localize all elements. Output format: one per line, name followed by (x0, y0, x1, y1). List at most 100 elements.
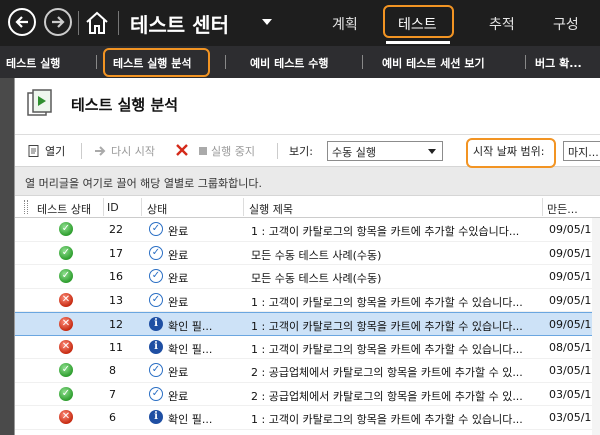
open-document-icon (28, 145, 39, 157)
cell-id: 12 (109, 318, 123, 331)
subtab-bug-check[interactable]: 버그 확... (535, 55, 582, 71)
passed-check-icon: ✓ (59, 222, 73, 236)
cell-state: 완료 (168, 225, 189, 238)
table-row[interactable]: ✓ 22 ✓ 완료 1 : 고객이 카탈로그의 항목을 카트에 추가할 수있습니다...… (15, 218, 600, 242)
table-row[interactable]: ✕ 12 i 확인 필... 1 : 고객이 카탈로그의 항목을 카트에 추가할 수 있… (15, 312, 600, 336)
cell-id: 6 (109, 411, 116, 424)
column-divider[interactable] (141, 198, 142, 216)
info-icon: i (149, 410, 163, 424)
toolbar-divider (81, 143, 82, 159)
nav-tab-plan[interactable]: 계획 (332, 14, 358, 34)
view-dropdown[interactable]: 수동 실행 (327, 141, 443, 161)
subtab-exploratory-sessions[interactable]: 예비 테스트 세션 보기 (382, 55, 485, 71)
content-panel: 테스트 실행 분석 열기 다시 시작 실행 중지 보기: 수동 실행 시작 날짜… (14, 78, 600, 435)
cell-run-title: 모든 수동 테스트 사례(수동) (251, 272, 382, 285)
table-row[interactable]: ✓ 17 ✓ 완료 모든 수동 테스트 사례(수동) 09/05/1... (15, 242, 600, 265)
delete-button[interactable] (175, 143, 189, 157)
restart-label: 다시 시작 (111, 145, 155, 158)
open-button[interactable]: 열기 (27, 143, 65, 159)
back-button[interactable] (8, 8, 36, 36)
column-divider[interactable] (243, 198, 244, 216)
table-row[interactable]: ✓ 8 ✓ 완료 2 : 공급업체에서 카탈로그의 항목을 카트에 추가할 수 있...… (15, 359, 600, 383)
column-header-state[interactable]: 상태 (147, 201, 167, 217)
passed-check-icon: ✓ (59, 245, 73, 260)
cell-id: 22 (109, 223, 123, 236)
delete-x-icon (176, 144, 188, 156)
failed-x-icon: ✕ (59, 317, 73, 331)
chevron-down-icon (428, 149, 436, 154)
cell-id: 13 (109, 293, 123, 307)
cell-run-title: 1 : 고객이 카탈로그의 항목을 카트에 추가할 수 있습니다... (251, 342, 523, 356)
completed-check-icon: ✓ (149, 269, 163, 283)
stop-run-button[interactable]: 실행 중지 (199, 143, 255, 159)
passed-check-icon: ✓ (59, 363, 73, 377)
page-header: 테스트 실행 분석 (15, 78, 600, 134)
table-row[interactable]: ✕ 13 ✓ 완료 1 : 고객이 카탈로그의 항목을 카트에 추가할 수 있습니다..… (15, 289, 600, 312)
nav-tab-organize[interactable]: 구성 (553, 14, 579, 34)
stop-label: 실행 중지 (211, 145, 255, 158)
nav-tab-test[interactable]: 테스트 (398, 14, 437, 34)
date-range-value: 마지... (568, 146, 599, 159)
subtab-divider (225, 55, 226, 69)
column-grip-icon[interactable] (24, 200, 28, 214)
column-divider[interactable] (103, 198, 104, 216)
table-row[interactable]: ✕ 6 i 확인 필... 1 : 고객이 카탈로그의 항목을 카트에 추가할 수 있습… (15, 406, 600, 430)
info-icon: i (149, 317, 163, 331)
cell-run-title: 1 : 고객이 카탈로그의 항목을 카트에 추가할 수 있습니다... (251, 320, 523, 333)
cell-state: 완료 (168, 366, 189, 379)
toolbar: 열기 다시 시작 실행 중지 보기: 수동 실행 시작 날짜 범위: 마지... (15, 134, 600, 166)
date-range-label: 시작 날짜 범위: (473, 145, 545, 158)
date-range-dropdown[interactable]: 마지... (563, 141, 600, 161)
cell-run-title: 1 : 고객이 카탈로그의 항목을 카트에 추가할 수 있습니다... (251, 413, 523, 426)
toolbar-divider (277, 143, 278, 159)
failed-x-icon: ✕ (59, 292, 73, 307)
column-header-row: 테스트 상태 ID 상태 실행 제목 만든... (15, 196, 600, 218)
cell-id: 8 (109, 364, 116, 377)
vertical-scrollbar[interactable] (592, 218, 600, 435)
cell-state: 확인 필... (168, 342, 213, 356)
column-divider[interactable] (542, 198, 543, 216)
table-row[interactable]: ✓ 16 ✓ 완료 모든 수동 테스트 사례(수동) 09/05/1... (15, 265, 600, 289)
titlebar-divider (78, 11, 79, 35)
page-title: 테스트 실행 분석 (71, 96, 179, 114)
completed-check-icon: ✓ (149, 292, 163, 307)
group-by-area[interactable]: 열 머리글을 여기로 끌어 해당 열별로 그룹화합니다. (15, 166, 600, 196)
run-grid: ✓ 22 ✓ 완료 1 : 고객이 카탈로그의 항목을 카트에 추가할 수있습니다...… (15, 218, 600, 430)
left-strip (0, 78, 14, 435)
table-row[interactable]: ✕ 11 i 확인 필... 1 : 고객이 카탈로그의 항목을 카트에 추가할 수 있… (15, 336, 600, 359)
completed-check-icon: ✓ (149, 245, 163, 260)
cell-state: 확인 필... (168, 413, 213, 426)
subtab-divider (362, 55, 363, 69)
cell-id: 7 (109, 387, 116, 401)
cell-state: 확인 필... (168, 320, 213, 333)
forward-button[interactable] (44, 8, 72, 36)
completed-check-icon: ✓ (149, 386, 163, 401)
nav-tab-track[interactable]: 추적 (489, 14, 515, 34)
cell-state: 완료 (168, 272, 189, 285)
failed-x-icon: ✕ (59, 410, 73, 424)
table-row[interactable]: ✓ 7 ✓ 완료 2 : 공급업체에서 카탈로그의 항목을 카트에 추가할 수 있...… (15, 383, 600, 406)
arrow-left-icon (15, 16, 28, 28)
subtab-exploratory-test[interactable]: 예비 테스트 수행 (250, 55, 329, 71)
column-header-created[interactable]: 만든... (547, 201, 578, 217)
column-header-run-title[interactable]: 실행 제목 (249, 201, 293, 217)
restart-icon (95, 146, 106, 156)
app-title: 테스트 센터 (130, 13, 229, 37)
cell-id: 11 (109, 340, 123, 354)
column-header-test-state[interactable]: 테스트 상태 (37, 201, 91, 217)
restart-button[interactable]: 다시 시작 (93, 143, 155, 159)
cell-state: 완료 (168, 248, 189, 262)
sub-tab-bar: 테스트 실행 테스트 실행 분석 예비 테스트 수행 예비 테스트 세션 보기 … (0, 46, 600, 78)
arrow-right-icon (52, 16, 65, 28)
column-header-id[interactable]: ID (107, 201, 119, 214)
passed-check-icon: ✓ (59, 269, 73, 283)
home-icon[interactable] (84, 10, 110, 36)
subtab-run-analysis[interactable]: 테스트 실행 분석 (113, 55, 192, 71)
info-icon: i (149, 339, 163, 354)
chevron-down-icon[interactable] (262, 19, 272, 25)
completed-check-icon: ✓ (149, 363, 163, 377)
cell-state: 완료 (168, 389, 189, 403)
subtab-divider (525, 55, 526, 69)
subtab-divider (96, 55, 97, 69)
subtab-test-run[interactable]: 테스트 실행 (6, 55, 60, 71)
